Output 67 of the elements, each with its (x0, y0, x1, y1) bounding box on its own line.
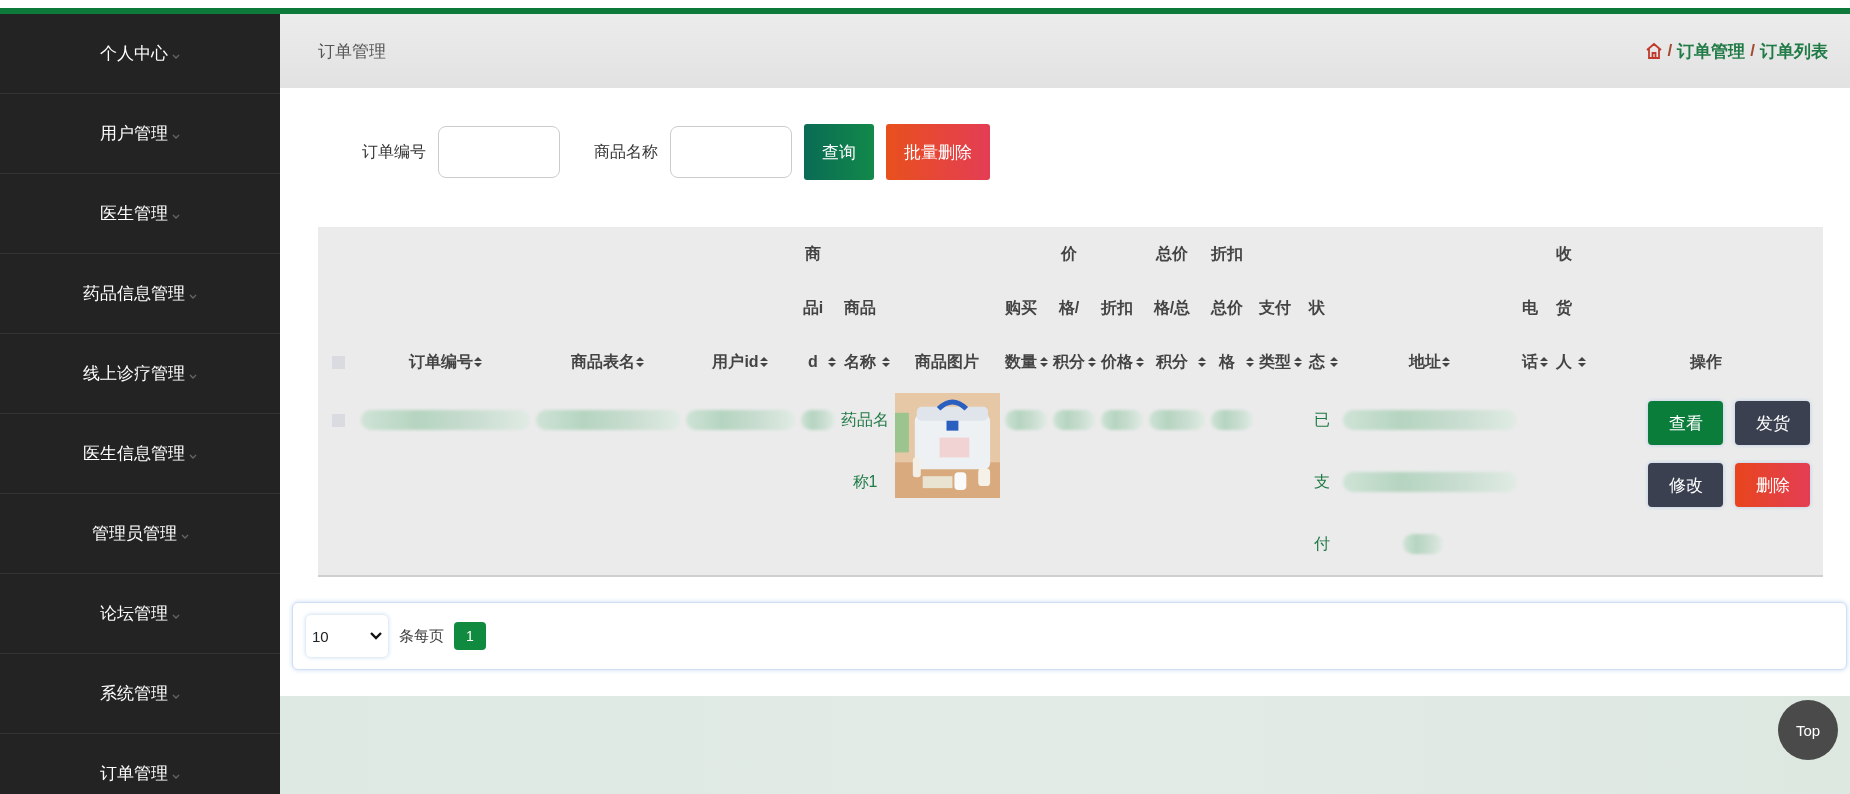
caret-icon (172, 774, 180, 779)
search-button[interactable]: 查询 (804, 124, 874, 180)
caret-icon (172, 214, 180, 219)
sidebar-item[interactable]: 管理员管理 (91, 522, 177, 545)
table-cell: 药品名称1 (841, 411, 889, 490)
batch-delete-button[interactable]: 批量删除 (886, 124, 990, 180)
caret-icon (172, 54, 180, 59)
sidebar-item[interactable]: 论坛管理 (100, 602, 168, 625)
sidebar-item[interactable]: 个人中心 (100, 42, 168, 65)
page-title: 订单管理 (318, 40, 386, 63)
table-cell: 已支付 (1314, 411, 1330, 552)
column-header[interactable]: 购买数量 (1003, 281, 1039, 389)
column-header: 商品图片 (915, 352, 979, 372)
action-button[interactable]: 发货 (1735, 401, 1810, 445)
caret-icon (180, 534, 189, 539)
column-header[interactable]: 状态 (1305, 281, 1329, 389)
home-icon (1644, 42, 1663, 60)
blurred-text (1149, 410, 1205, 430)
breadcrumb-separator: / (1750, 41, 1755, 61)
column-header[interactable]: 支付类型 (1257, 281, 1293, 389)
sidebar-item[interactable]: 药品信息管理 (83, 282, 185, 305)
page-button[interactable]: 1 (454, 622, 486, 650)
page-size-label: 条每页 (399, 626, 444, 646)
blurred-text (1005, 410, 1047, 430)
caret-icon (172, 614, 180, 619)
blurred-text (1211, 410, 1253, 430)
sidebar-item[interactable]: 线上诊疗管理 (83, 362, 185, 385)
action-button[interactable]: 修改 (1648, 463, 1723, 507)
column-header[interactable]: 商品名称 (839, 281, 881, 389)
action-button[interactable]: 删除 (1735, 463, 1810, 507)
column-header[interactable]: 折扣价格 (1099, 281, 1135, 389)
column-header[interactable]: 用户id (712, 335, 759, 389)
column-header[interactable]: 折扣总价格 (1209, 227, 1245, 389)
blurred-text (1101, 410, 1143, 430)
input-field[interactable] (670, 126, 792, 178)
caret-icon (189, 374, 197, 379)
action-button[interactable]: 查看 (1648, 401, 1723, 445)
column-header[interactable]: 商品表名 (571, 335, 635, 389)
column-header[interactable]: 价格/积分 (1051, 227, 1087, 389)
field-label: 订单编号 (362, 141, 426, 162)
field-label: 商品名称 (594, 141, 658, 162)
blurred-text (801, 410, 835, 430)
breadcrumb-link[interactable]: 订单管理 (1677, 39, 1746, 63)
sidebar-item[interactable]: 医生信息管理 (83, 442, 185, 465)
column-header[interactable]: 电话 (1521, 281, 1539, 389)
column-header[interactable]: 地址 (1409, 335, 1441, 389)
sidebar-item[interactable]: 订单管理 (100, 762, 168, 785)
sidebar-item[interactable]: 用户管理 (100, 122, 168, 145)
column-header[interactable]: 总价格/总积分 (1147, 227, 1197, 389)
column-header[interactable]: 订单编号 (408, 335, 473, 389)
caret-icon (172, 134, 180, 139)
sidebar-item[interactable]: 系统管理 (100, 682, 168, 705)
caret-icon (172, 694, 180, 699)
sidebar-item[interactable]: 医生管理 (100, 202, 168, 225)
input-field[interactable] (438, 126, 560, 178)
page-size-select[interactable]: 10 (305, 614, 389, 658)
breadcrumb-separator: / (1667, 41, 1673, 61)
chevron-icon (370, 632, 382, 640)
column-header[interactable]: 商品id (799, 227, 827, 389)
column-header: 操作 (1689, 352, 1722, 372)
back-to-top-button[interactable]: Top (1778, 700, 1838, 760)
blurred-text (1403, 534, 1443, 554)
breadcrumb-link[interactable]: 订单列表 (1760, 39, 1828, 63)
blurred-text (1053, 410, 1095, 430)
caret-icon (189, 294, 197, 299)
column-header[interactable]: 收货人 (1551, 227, 1577, 389)
caret-icon (189, 454, 197, 459)
